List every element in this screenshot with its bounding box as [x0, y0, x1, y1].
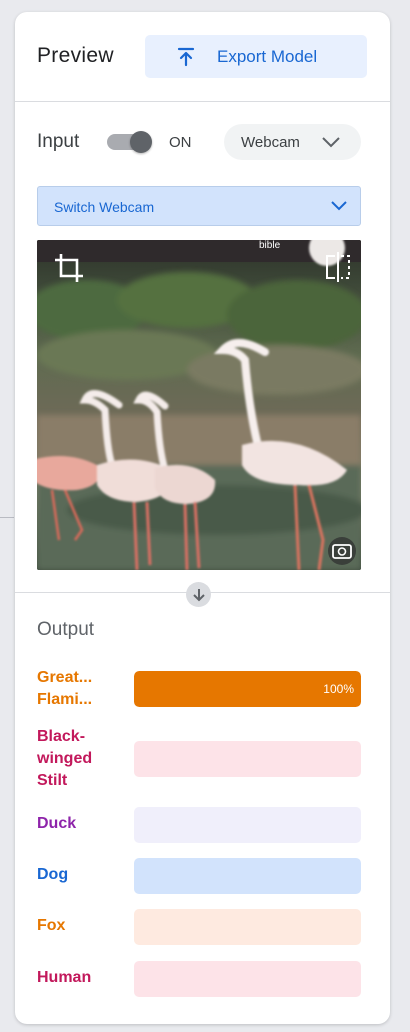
input-toggle[interactable]	[107, 131, 153, 153]
confidence-percent: 100%	[323, 682, 354, 696]
confidence-bar	[134, 909, 361, 945]
upload-icon	[175, 46, 197, 68]
confidence-bar	[134, 858, 361, 894]
class-label: Great... Flami...	[37, 669, 93, 708]
preview-panel: Preview Export Model Input ON Webcam Swi…	[15, 12, 390, 1024]
camera-switch-icon[interactable]	[327, 536, 357, 566]
switch-webcam-select[interactable]: Switch Webcam	[37, 186, 361, 226]
input-source-value: Webcam	[241, 134, 300, 151]
input-label: Input	[37, 131, 80, 152]
class-label: Duck	[37, 815, 77, 832]
class-label: Black- winged Stilt	[37, 728, 93, 789]
input-source-select[interactable]: Webcam	[224, 124, 361, 160]
class-label: Dog	[37, 866, 69, 883]
confidence-bar: 100%	[134, 671, 361, 707]
chevron-down-icon	[328, 196, 350, 216]
confidence-bar	[134, 961, 361, 997]
toggle-knob	[130, 131, 152, 153]
confidence-bar	[134, 741, 361, 777]
output-label: Output	[37, 619, 95, 640]
class-label: Human	[37, 969, 92, 986]
background-divider	[0, 517, 14, 518]
webcam-preview: bible	[37, 240, 361, 570]
chevron-down-icon	[320, 132, 342, 152]
export-model-label: Export Model	[217, 46, 318, 66]
toggle-state-label: ON	[169, 134, 192, 151]
overlay-text: bible	[259, 240, 281, 251]
page-title: Preview	[37, 44, 114, 67]
webcam-frame-image: bible	[37, 240, 361, 570]
confidence-bar	[134, 807, 361, 843]
arrow-down-icon	[186, 582, 211, 607]
class-label: Fox	[37, 917, 66, 934]
crop-icon[interactable]	[51, 250, 87, 286]
export-model-button[interactable]: Export Model	[145, 35, 367, 78]
preview-header: Preview Export Model	[15, 12, 390, 102]
flip-horizontal-icon[interactable]	[323, 250, 353, 284]
switch-webcam-value: Switch Webcam	[54, 199, 155, 215]
